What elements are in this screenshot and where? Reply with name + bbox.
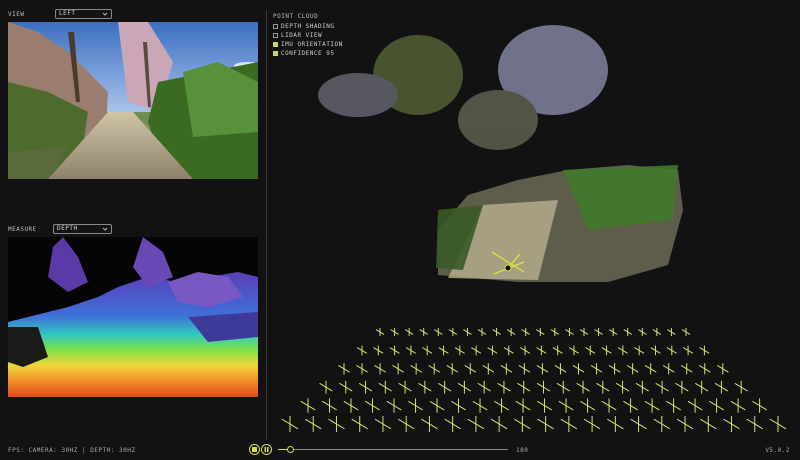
view-select-value: LEFT <box>59 10 76 17</box>
confidence-checkbox[interactable] <box>273 50 278 56</box>
timeline-scrubber[interactable] <box>286 446 294 453</box>
pause-button[interactable] <box>261 444 272 455</box>
pause-icon <box>264 447 269 452</box>
camera-view-image <box>8 22 258 179</box>
version-label: V5.0.2 <box>765 447 790 454</box>
option-imu-orientation[interactable]: IMU ORIENTATION <box>273 40 343 48</box>
timeline-track[interactable] <box>278 449 508 450</box>
depth-shading-checkbox[interactable] <box>273 23 278 29</box>
depth-scene <box>8 237 258 397</box>
option-confidence-95[interactable]: CONFIDENCE 95 <box>273 49 334 57</box>
option-depth-shading[interactable]: DEPTH SHADING <box>273 22 334 30</box>
fps-readout: FPS: CAMERA: 30HZ | DEPTH: 30HZ <box>8 447 136 454</box>
option-lidar-view[interactable]: LIDAR VIEW <box>273 31 322 39</box>
frame-count: 180 <box>516 447 529 454</box>
chevron-down-icon <box>102 12 108 16</box>
option-label: DEPTH SHADING <box>281 22 335 30</box>
view-select[interactable]: LEFT <box>55 9 112 19</box>
camera-scene <box>8 22 258 179</box>
play-icon <box>252 447 257 452</box>
ground-grid <box>281 328 787 432</box>
point-cloud-canvas[interactable] <box>268 0 800 440</box>
option-label: IMU ORIENTATION <box>281 40 343 48</box>
point-cloud-title: POINT CLOUD <box>273 13 319 20</box>
option-label: LIDAR VIEW <box>281 31 323 39</box>
view-label: VIEW <box>8 11 25 18</box>
panel-divider <box>266 10 267 440</box>
measure-select[interactable]: DEPTH <box>53 224 112 234</box>
play-button[interactable] <box>249 444 260 455</box>
imu-orientation-checkbox[interactable] <box>273 41 278 47</box>
measure-select-value: DEPTH <box>57 225 78 232</box>
option-label: CONFIDENCE 95 <box>281 49 335 57</box>
chevron-down-icon <box>102 227 108 231</box>
lidar-view-checkbox[interactable] <box>273 32 278 38</box>
depth-map-image <box>8 237 258 397</box>
measure-label: MEASURE <box>8 226 37 233</box>
